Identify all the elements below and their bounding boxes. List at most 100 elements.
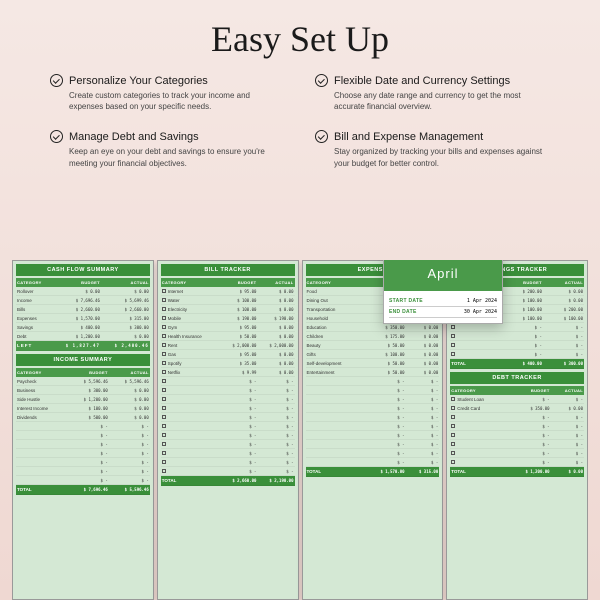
table-row: $ -$ - [161, 458, 295, 467]
table-row: Gas$ 95.00$ 0.00 [161, 350, 295, 359]
income-table: CATEGORYBUDGETACTUAL Paycheck$ 5,596.46$… [16, 368, 150, 495]
checkbox-icon [451, 442, 455, 446]
table-row: Student Loan$ -$ - [450, 395, 584, 404]
checkbox-icon [162, 451, 166, 455]
feature-title: Flexible Date and Currency Settings [334, 75, 510, 87]
table-row: $ -$ - [450, 350, 584, 359]
table-row: $ -$ - [161, 431, 295, 440]
feature-title: Personalize Your Categories [69, 75, 208, 87]
table-row: $ -$ - [161, 422, 295, 431]
feature-desc: Stay organized by tracking your bills an… [315, 146, 550, 168]
table-row: $ -$ - [450, 449, 584, 458]
income-title: INCOME SUMMARY [16, 354, 150, 366]
table-row: $ -$ - [450, 440, 584, 449]
table-row: $ -$ - [16, 422, 150, 431]
checkbox-icon [162, 379, 166, 383]
table-row: $ -$ - [450, 332, 584, 341]
table-row: Expenses$ 1,570.00$ 315.00 [16, 314, 150, 323]
table-row: $ -$ - [450, 422, 584, 431]
table-row: Spotify$ 35.00$ 0.00 [161, 359, 295, 368]
checkbox-icon [451, 343, 455, 347]
check-icon [50, 74, 63, 87]
checkbox-icon [451, 325, 455, 329]
table-row: $ -$ - [16, 449, 150, 458]
checkbox-icon [162, 433, 166, 437]
bills-title: BILL TRACKER [161, 264, 295, 276]
checkbox-icon [162, 442, 166, 446]
table-row: Electricity$ 100.00$ 0.00 [161, 305, 295, 314]
checkbox-icon [162, 343, 166, 347]
table-row: Dividends$ 500.00$ 0.00 [16, 413, 150, 422]
checkbox-icon [162, 370, 166, 374]
panel-left: CASH FLOW SUMMARY CATEGORYBUDGETACTUAL R… [12, 260, 154, 600]
start-date-value: 1 Apr 2024 [467, 298, 497, 304]
table-row: Gifts$ 100.00$ 0.00 [306, 350, 440, 359]
check-icon [315, 74, 328, 87]
feature-debt: Manage Debt and Savings Keep an eye on y… [50, 130, 285, 168]
checkbox-icon [162, 307, 166, 311]
table-row: $ -$ - [306, 377, 440, 386]
table-row: Interest Income$ 100.00$ 0.00 [16, 404, 150, 413]
checkbox-icon [451, 451, 455, 455]
start-date-label: START DATE [389, 298, 423, 304]
table-row: $ -$ - [16, 440, 150, 449]
feature-title: Bill and Expense Management [334, 131, 483, 143]
table-row: Credit Card$ 350.00$ 0.00 [450, 404, 584, 413]
checkbox-icon [162, 406, 166, 410]
checkbox-icon [162, 334, 166, 338]
table-row: $ -$ - [16, 476, 150, 485]
checkbox-icon [451, 334, 455, 338]
table-row: $ -$ - [450, 413, 584, 422]
table-row: $ -$ - [161, 404, 295, 413]
table-row: $ -$ - [161, 413, 295, 422]
end-date-value: 30 Apr 2024 [464, 309, 497, 315]
debt-table: CATEGORYBUDGETACTUAL Student Loan$ -$ -C… [450, 386, 584, 477]
checkbox-icon [162, 424, 166, 428]
table-row: Health Insurance$ 50.00$ 0.00 [161, 332, 295, 341]
checkbox-icon [162, 289, 166, 293]
bills-table: CATEGORYBUDGETACTUAL Internet$ 95.00$ 0.… [161, 278, 295, 486]
table-row: $ -$ - [306, 449, 440, 458]
table-row: Debt$ 1,200.00$ 0.00 [16, 332, 150, 341]
table-row: $ -$ - [306, 431, 440, 440]
table-row: $ -$ - [450, 341, 584, 350]
table-row: Internet$ 95.00$ 0.00 [161, 287, 295, 296]
feature-desc: Choose any date range and currency to ge… [315, 90, 550, 112]
checkbox-icon [162, 325, 166, 329]
table-row: Rent$ 2,000.00$ 2,000.00 [161, 341, 295, 350]
table-row: Side Hustle$ 1,200.00$ 0.00 [16, 395, 150, 404]
checkbox-icon [451, 397, 455, 401]
checkbox-icon [162, 388, 166, 392]
debt-title: DEBT TRACKER [450, 372, 584, 384]
month-name: April [384, 260, 502, 291]
checkbox-icon [162, 361, 166, 365]
table-row: Self-development$ 50.00$ 0.00 [306, 359, 440, 368]
table-row: $ -$ - [161, 377, 295, 386]
checkbox-icon [451, 460, 455, 464]
table-row: Netflix$ 9.99$ 0.00 [161, 368, 295, 377]
checkbox-icon [162, 298, 166, 302]
table-row: $ -$ - [161, 467, 295, 476]
table-row: Savings$ 400.00$ 300.00 [16, 323, 150, 332]
table-row: $ -$ - [306, 395, 440, 404]
table-row: Rollover$ 0.00$ 0.00 [16, 287, 150, 296]
table-row: Bills$ 2,660.00$ 2,660.00 [16, 305, 150, 314]
checkbox-icon [162, 415, 166, 419]
table-row: $ -$ - [16, 467, 150, 476]
table-row: $ -$ - [161, 395, 295, 404]
table-row: Income$ 7,696.46$ 5,699.46 [16, 296, 150, 305]
table-row: $ -$ - [450, 431, 584, 440]
feature-title: Manage Debt and Savings [69, 131, 199, 143]
checkbox-icon [451, 433, 455, 437]
table-row: Business$ 300.00$ 0.00 [16, 386, 150, 395]
checkbox-icon [162, 460, 166, 464]
feature-personalize: Personalize Your Categories Create custo… [50, 74, 285, 112]
table-row: Entertainment$ 50.00$ 0.00 [306, 368, 440, 377]
feature-desc: Create custom categories to track your i… [50, 90, 285, 112]
table-row: $ -$ - [161, 449, 295, 458]
checkbox-icon [162, 469, 166, 473]
table-row: Gym$ 95.00$ 0.00 [161, 323, 295, 332]
table-row: $ -$ - [16, 458, 150, 467]
feature-desc: Keep an eye on your debt and savings to … [50, 146, 285, 168]
table-row: Paycheck$ 5,596.46$ 5,596.46 [16, 377, 150, 386]
